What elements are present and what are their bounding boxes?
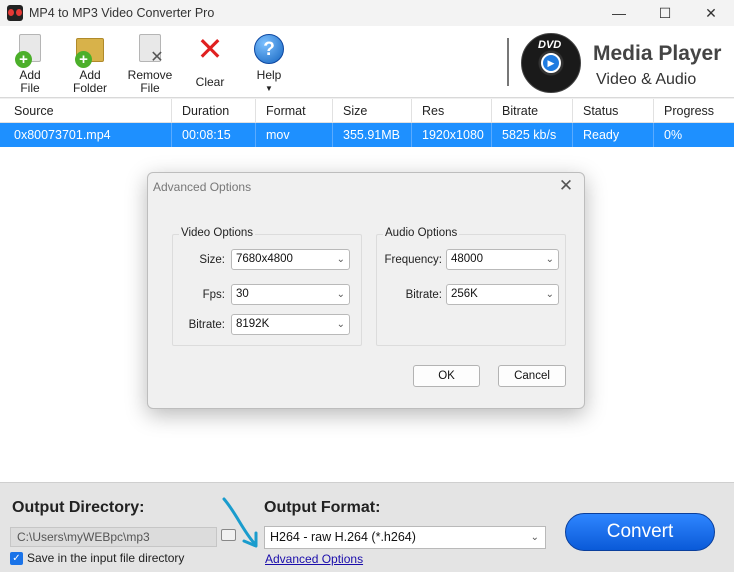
- convert-button[interactable]: Convert: [565, 513, 715, 551]
- add-file-button[interactable]: + Add File: [13, 34, 47, 95]
- output-format-value: H264 - raw H.264 (*.h264): [270, 530, 416, 544]
- frequency-value: 48000: [451, 253, 483, 265]
- column-header-duration[interactable]: Duration: [172, 99, 256, 123]
- help-label: Help: [256, 68, 282, 82]
- column-header-res[interactable]: Res: [412, 99, 492, 123]
- column-header-format[interactable]: Format: [256, 99, 333, 123]
- column-header-progress[interactable]: Progress: [654, 99, 734, 123]
- output-directory-label: Output Directory:: [12, 499, 145, 516]
- bottom-panel: Output Directory: C:\Users\myWEBpc\mp3 ✓…: [0, 482, 734, 572]
- window-controls: — ☐ ✕: [596, 0, 734, 26]
- column-header-size[interactable]: Size: [333, 99, 412, 123]
- cell-source: 0x80073701.mp4: [0, 123, 172, 147]
- audio-options-label: Audio Options: [383, 227, 460, 239]
- cell-size: 355.91MB: [333, 123, 412, 147]
- window-title: MP4 to MP3 Video Converter Pro: [29, 6, 215, 20]
- chevron-down-icon: ⌄: [336, 254, 345, 265]
- clear-label: Clear: [195, 75, 225, 89]
- dialog-close-icon[interactable]: ✕: [556, 176, 576, 196]
- remove-file-icon: ✕: [133, 34, 167, 68]
- add-folder-icon: +: [73, 34, 107, 68]
- add-folder-label-2: Folder: [72, 81, 107, 95]
- clear-button[interactable]: ✕ Clear: [193, 31, 227, 89]
- fps-value: 30: [236, 288, 249, 300]
- video-bitrate-value: 8192K: [236, 318, 270, 330]
- dialog-title: Advanced Options: [153, 180, 252, 194]
- add-folder-button[interactable]: + Add Folder: [71, 34, 109, 95]
- remove-file-button[interactable]: ✕ Remove File: [127, 34, 173, 95]
- close-window-button[interactable]: ✕: [688, 0, 734, 26]
- cancel-button[interactable]: Cancel: [498, 365, 566, 387]
- output-directory-field[interactable]: C:\Users\myWEBpc\mp3: [10, 527, 217, 547]
- audio-bitrate-value: 256K: [451, 288, 478, 300]
- brand-title: Media Player: [593, 42, 722, 65]
- frequency-label: Frequency:: [384, 254, 442, 266]
- table-header: Source Duration Format Size Res Bitrate …: [0, 99, 734, 123]
- minimize-button[interactable]: —: [596, 0, 642, 26]
- output-format-select[interactable]: H264 - raw H.264 (*.h264) ⌄: [264, 526, 546, 549]
- title-bar: MP4 to MP3 Video Converter Pro — ☐ ✕: [0, 0, 734, 26]
- audio-bitrate-select[interactable]: 256K ⌄: [446, 284, 559, 305]
- save-in-input-label[interactable]: Save in the input file directory: [27, 551, 184, 565]
- ok-button[interactable]: OK: [413, 365, 480, 387]
- table-row[interactable]: 0x80073701.mp4 00:08:15 mov 355.91MB 192…: [0, 123, 734, 147]
- cell-format: mov: [256, 123, 333, 147]
- column-header-source[interactable]: Source: [0, 99, 172, 123]
- chevron-down-icon: ⌄: [530, 532, 539, 543]
- cell-bitrate: 5825 kb/s: [492, 123, 573, 147]
- advanced-options-link[interactable]: Advanced Options: [265, 552, 363, 566]
- cell-res: 1920x1080: [412, 123, 492, 147]
- brand-subtitle: Video & Audio: [596, 71, 697, 88]
- column-header-bitrate[interactable]: Bitrate: [492, 99, 573, 123]
- play-icon: ▶: [541, 53, 561, 73]
- frequency-select[interactable]: 48000 ⌄: [446, 249, 559, 270]
- column-header-status[interactable]: Status: [573, 99, 654, 123]
- add-file-icon: +: [13, 34, 47, 68]
- video-bitrate-select[interactable]: 8192K ⌄: [231, 314, 350, 335]
- remove-file-label-2: File: [140, 81, 160, 95]
- maximize-button[interactable]: ☐: [642, 0, 688, 26]
- help-question-icon: ?: [252, 34, 286, 68]
- brand-divider: [507, 38, 509, 86]
- add-file-label-2: File: [20, 81, 40, 95]
- chevron-down-icon: ⌄: [336, 289, 345, 300]
- app-icon: [7, 5, 23, 21]
- help-button[interactable]: ? Help ▼: [252, 34, 286, 95]
- video-options-group: Video Options Size: 7680x4800 ⌄ Fps: 30 …: [172, 227, 362, 346]
- audio-options-group: Audio Options Frequency: 48000 ⌄ Bitrate…: [376, 227, 566, 346]
- annotation-arrow-icon: [222, 497, 258, 548]
- advanced-options-dialog: Advanced Options ✕ Video Options Size: 7…: [147, 172, 585, 409]
- chevron-down-icon: ⌄: [336, 319, 345, 330]
- clear-x-icon: ✕: [196, 31, 224, 67]
- toolbar: + Add File + Add Folder ✕ Remove File ✕ …: [0, 26, 734, 98]
- chevron-down-icon: ⌄: [545, 289, 554, 300]
- video-options-label: Video Options: [179, 227, 256, 239]
- cell-duration: 00:08:15: [172, 123, 256, 147]
- cell-progress: 0%: [664, 128, 683, 142]
- size-label: Size:: [199, 254, 225, 266]
- dvd-badge: DVD: [538, 39, 562, 51]
- help-dropdown-caret-icon[interactable]: ▼: [252, 82, 286, 95]
- size-select[interactable]: 7680x4800 ⌄: [231, 249, 350, 270]
- video-bitrate-label: Bitrate:: [188, 319, 225, 331]
- chevron-down-icon: ⌄: [545, 254, 554, 265]
- audio-bitrate-label: Bitrate:: [405, 289, 442, 301]
- fps-label: Fps:: [202, 289, 225, 301]
- cell-status: Ready: [573, 123, 654, 147]
- save-in-input-checkbox[interactable]: ✓: [10, 552, 23, 565]
- fps-select[interactable]: 30 ⌄: [231, 284, 350, 305]
- output-format-label: Output Format:: [264, 499, 381, 516]
- size-value: 7680x4800: [236, 253, 293, 265]
